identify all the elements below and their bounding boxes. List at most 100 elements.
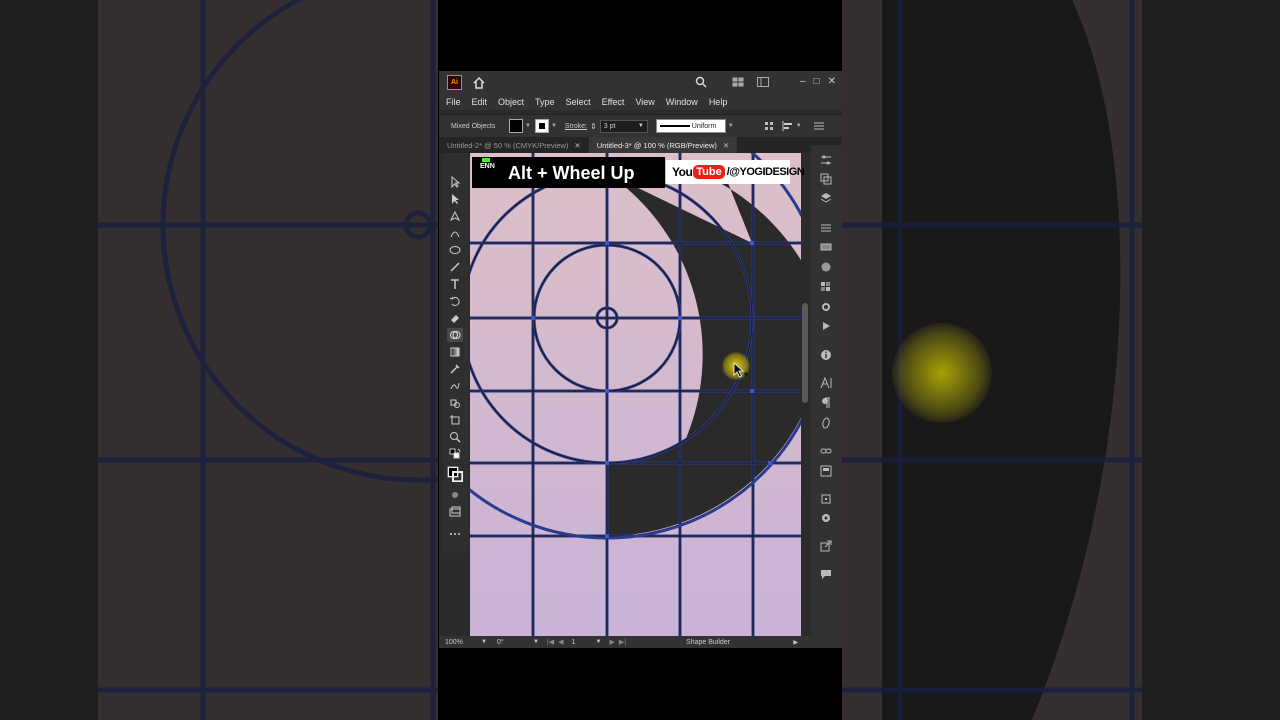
zoom-tool[interactable] bbox=[447, 430, 463, 444]
menu-view[interactable]: View bbox=[635, 97, 654, 107]
vertical-scrollbar[interactable] bbox=[801, 153, 809, 636]
eraser-tool[interactable] bbox=[447, 311, 463, 325]
pen-tool[interactable] bbox=[447, 209, 463, 223]
direct-selection-tool[interactable] bbox=[447, 192, 463, 206]
transform-panel-icon[interactable] bbox=[819, 492, 833, 505]
stroke-weight-field[interactable]: 3 pt ▼ bbox=[599, 119, 648, 133]
menu-bar: File Edit Object Type Select Effect View… bbox=[439, 94, 842, 110]
libraries-panel-icon[interactable] bbox=[819, 172, 833, 185]
gradient-tool[interactable] bbox=[447, 345, 463, 359]
previous-artboard-icon[interactable]: ◀ bbox=[558, 638, 563, 646]
menu-edit[interactable]: Edit bbox=[472, 97, 488, 107]
tab-untitled-3[interactable]: Untitled-3* @ 100 % (RGB/Preview) ✕ bbox=[588, 137, 738, 153]
minimize-button[interactable]: – bbox=[800, 75, 806, 89]
stroke-dropdown-icon[interactable]: ▼ bbox=[551, 123, 557, 129]
close-tab-icon[interactable]: ✕ bbox=[723, 141, 729, 150]
stroke-label[interactable]: Stroke: bbox=[565, 123, 587, 130]
align-dropdown-icon[interactable]: ▼ bbox=[796, 123, 802, 129]
draw-mode-tool[interactable] bbox=[447, 488, 463, 502]
ellipse-tool[interactable] bbox=[447, 243, 463, 257]
maximize-button[interactable]: □ bbox=[814, 75, 820, 89]
appearance-panel-icon[interactable] bbox=[819, 511, 833, 524]
properties-panel-icon[interactable] bbox=[819, 153, 833, 166]
fill-swatch[interactable] bbox=[509, 119, 523, 133]
artboard-tool[interactable] bbox=[447, 413, 463, 427]
type-tool[interactable] bbox=[447, 277, 463, 291]
direct-selection-icon bbox=[452, 194, 459, 204]
tools-panel bbox=[443, 153, 469, 553]
info-panel-icon[interactable] bbox=[819, 348, 833, 361]
paintbrush-tool[interactable] bbox=[447, 260, 463, 274]
stroke-stepper-icon[interactable]: ⇕ bbox=[590, 122, 597, 131]
menu-type[interactable]: Type bbox=[535, 97, 555, 107]
first-artboard-icon[interactable]: |◀ bbox=[547, 638, 554, 646]
arrange-documents-icon[interactable] bbox=[732, 77, 744, 87]
menu-object[interactable]: Object bbox=[498, 97, 524, 107]
rotation-dropdown-icon[interactable]: ▼ bbox=[533, 639, 539, 645]
profile-dropdown-icon[interactable]: ▼ bbox=[728, 123, 734, 129]
swatches-panel-icon[interactable] bbox=[819, 280, 833, 293]
gradient-icon bbox=[450, 347, 460, 357]
next-artboard-icon[interactable]: ▶ bbox=[609, 638, 614, 646]
app-logo: Ai bbox=[447, 75, 462, 90]
opentype-panel-icon[interactable] bbox=[819, 416, 833, 429]
menu-panel-icon[interactable] bbox=[813, 122, 824, 130]
align-panel-icon[interactable] bbox=[819, 221, 833, 234]
profile-line-icon bbox=[659, 125, 690, 127]
screen-mode-tool[interactable] bbox=[447, 505, 463, 519]
more-tools[interactable] bbox=[447, 527, 463, 541]
eyedropper-tool[interactable] bbox=[447, 362, 463, 376]
fill-stroke-swatches[interactable] bbox=[447, 464, 463, 484]
fill-dropdown-icon[interactable]: ▼ bbox=[525, 123, 531, 129]
symbols-panel-icon[interactable] bbox=[819, 300, 833, 313]
menu-effect[interactable]: Effect bbox=[602, 97, 625, 107]
background-dim bbox=[0, 0, 438, 720]
artboard-canvas[interactable] bbox=[470, 153, 801, 636]
shape-builder-tool[interactable] bbox=[447, 328, 463, 342]
variable-width-profile[interactable]: Uniform bbox=[655, 119, 726, 133]
rotate-tool[interactable] bbox=[447, 294, 463, 308]
layers-panel-icon[interactable] bbox=[819, 191, 833, 204]
menu-window[interactable]: Window bbox=[666, 97, 698, 107]
curvature-tool[interactable] bbox=[447, 226, 463, 240]
color-panel-icon[interactable] bbox=[819, 260, 833, 273]
asset-export-panel-icon[interactable] bbox=[819, 464, 833, 477]
last-artboard-icon[interactable]: ▶| bbox=[619, 638, 626, 646]
comments-panel-icon[interactable] bbox=[819, 567, 833, 580]
document-tabs: Untitled-2* @ 50 % (CMYK/Preview) ✕ Unti… bbox=[439, 137, 842, 153]
tab-untitled-2[interactable]: Untitled-2* @ 50 % (CMYK/Preview) ✕ bbox=[439, 137, 589, 153]
shape-builder-icon bbox=[450, 331, 461, 339]
window-controls: – □ ✕ bbox=[800, 75, 836, 89]
selection-tool[interactable] bbox=[447, 175, 463, 189]
export-panel-icon[interactable] bbox=[819, 539, 833, 552]
close-tab-icon[interactable]: ✕ bbox=[574, 141, 580, 150]
default-colors-tool[interactable] bbox=[447, 447, 463, 461]
blend-tool[interactable] bbox=[447, 379, 463, 393]
home-icon[interactable] bbox=[472, 76, 486, 90]
links-panel-icon[interactable] bbox=[819, 444, 833, 457]
menu-file[interactable]: File bbox=[446, 97, 461, 107]
gradient-panel-icon[interactable] bbox=[819, 240, 833, 253]
scrollbar-thumb[interactable] bbox=[802, 303, 808, 403]
draw-mode-icon bbox=[452, 492, 458, 498]
zoom-icon bbox=[450, 432, 461, 443]
rotation-value[interactable]: 0° bbox=[497, 639, 533, 646]
zoom-dropdown-icon[interactable]: ▼ bbox=[481, 639, 487, 645]
align-icon[interactable] bbox=[782, 121, 794, 131]
zoom-level[interactable]: 100% bbox=[445, 639, 481, 646]
paragraph-panel-icon[interactable] bbox=[819, 396, 833, 409]
shortcut-text: Alt + Wheel Up bbox=[508, 163, 635, 183]
close-button[interactable]: ✕ bbox=[828, 75, 836, 89]
transform-icon[interactable] bbox=[764, 121, 774, 131]
menu-select[interactable]: Select bbox=[566, 97, 591, 107]
live-paint-tool[interactable] bbox=[447, 396, 463, 410]
stroke-swatch[interactable] bbox=[534, 119, 549, 133]
menu-help[interactable]: Help bbox=[709, 97, 728, 107]
character-panel-icon[interactable] bbox=[819, 376, 833, 389]
search-icon[interactable] bbox=[695, 76, 707, 88]
artboard-dropdown-icon[interactable]: ▼ bbox=[596, 639, 602, 645]
workspace-switcher-icon[interactable] bbox=[757, 77, 769, 87]
artboard-number[interactable]: 1 bbox=[572, 639, 596, 646]
status-menu-icon[interactable]: ▶ bbox=[793, 639, 798, 646]
actions-panel-icon[interactable] bbox=[819, 319, 833, 332]
